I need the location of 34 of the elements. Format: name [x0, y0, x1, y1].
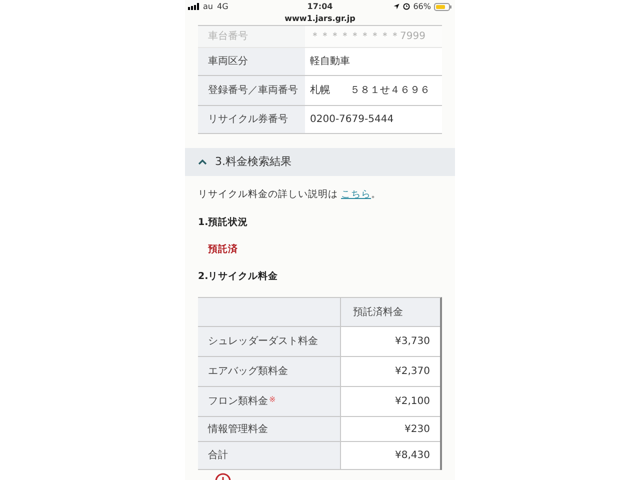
- amount-cell: ¥2,100: [340, 387, 440, 416]
- amount-cell: ¥8,430: [340, 442, 440, 469]
- row-label: エアバッグ類料金: [208, 364, 288, 379]
- signal-icon: [188, 3, 199, 10]
- note-mark: ※: [269, 394, 276, 406]
- row-label: フロン類料金: [208, 394, 268, 409]
- deposit-status: 預託済: [208, 243, 239, 257]
- info-link[interactable]: こちら: [341, 189, 372, 200]
- battery-percent: 66%: [413, 0, 431, 12]
- amount-cell: ¥2,370: [340, 357, 440, 386]
- section-header[interactable]: 3.料金検索結果: [185, 148, 455, 176]
- row-label: 情報管理料金: [208, 422, 268, 436]
- subheading: 1.預託状況: [198, 216, 250, 230]
- network-label: 4G: [216, 0, 228, 12]
- row-value: 0200-7679-5444: [305, 106, 442, 133]
- clock: 17:04: [306, 0, 334, 12]
- alarm-icon: [403, 3, 410, 10]
- amount-cell: ¥230: [340, 417, 440, 441]
- carrier-label: au: [203, 0, 213, 12]
- row-label: 車台番号: [198, 26, 305, 47]
- row-label: リサイクル券番号: [198, 106, 305, 133]
- row-label: 登録番号／車両番号: [198, 76, 305, 105]
- row-value: 札幌 ５８１せ４６９６: [305, 76, 442, 105]
- row-label: シュレッダーダスト料金: [208, 334, 318, 349]
- intro-text: リサイクル料金の詳しい説明は こちら。: [198, 188, 382, 202]
- url-label: www1.jars.gr.jp: [284, 13, 356, 25]
- battery-icon: [434, 2, 452, 10]
- column-header: 預託済料金: [340, 298, 440, 326]
- subheading: 2.リサイクル料金: [198, 270, 280, 284]
- amount-cell: ¥3,730: [340, 327, 440, 356]
- row-value: 軽自動車: [305, 48, 442, 75]
- row-label: 車両区分: [198, 48, 305, 75]
- row-label: 合計: [208, 448, 228, 463]
- location-icon: [393, 3, 400, 10]
